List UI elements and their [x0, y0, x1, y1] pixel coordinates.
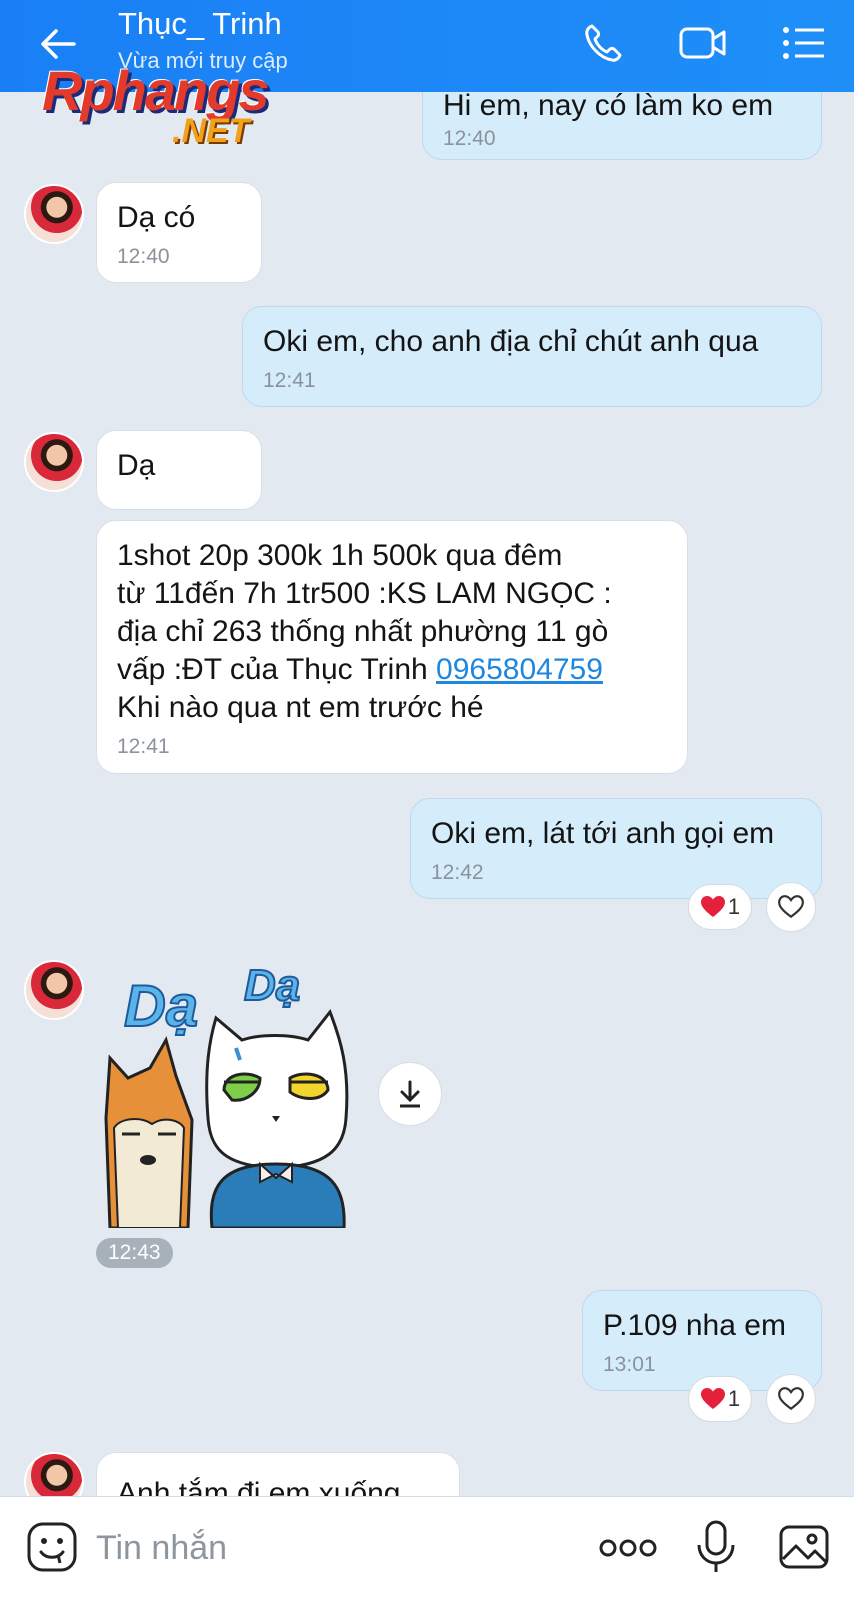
sticker-emoji-icon[interactable]	[26, 1521, 78, 1573]
sticker-text-2: Dạ	[244, 961, 300, 1010]
message-composer	[0, 1496, 854, 1600]
message-text: P.109 nha em	[603, 1309, 786, 1342]
heart-icon	[700, 1388, 725, 1409]
like-button[interactable]	[766, 882, 816, 932]
watermark-logo: Rphangs .NET	[40, 58, 310, 158]
message-time: 13:01	[603, 1353, 656, 1376]
message-bubble-outgoing[interactable]: Oki em, lát tới anh gọi em 12:42	[410, 798, 822, 899]
message-text: Dạ có	[117, 201, 196, 234]
heart-icon	[700, 896, 725, 917]
phone-icon[interactable]	[580, 20, 630, 66]
watermark-net: .NET	[172, 112, 250, 150]
message-bubble-incoming[interactable]: 1shot 20p 300k 1h 500k qua đêm từ 11đến …	[96, 520, 688, 774]
video-call-icon[interactable]	[678, 20, 728, 66]
message-time: 12:40	[117, 245, 170, 268]
microphone-icon[interactable]	[694, 1519, 738, 1575]
avatar[interactable]	[24, 184, 84, 244]
sticker-text-1: Dạ	[124, 974, 198, 1039]
reaction-count[interactable]: 1	[688, 884, 752, 930]
message-time: 12:42	[431, 861, 484, 884]
message-time: 12:41	[117, 735, 170, 758]
phone-number-link[interactable]: 0965804759	[436, 653, 603, 686]
sticker-time: 12:43	[96, 1238, 173, 1268]
da-da-cats-sticker[interactable]: Dạ Dạ	[100, 958, 372, 1228]
heart-outline-icon	[778, 1387, 804, 1411]
message-bubble-incoming[interactable]: Dạ có 12:40	[96, 182, 262, 283]
reaction-number: 1	[727, 894, 741, 919]
message-text: Oki em, lát tới anh gọi em	[431, 817, 775, 850]
reaction-count[interactable]: 1	[688, 1376, 752, 1422]
message-time: 12:40	[443, 127, 496, 150]
reaction-number: 1	[727, 1386, 741, 1411]
avatar[interactable]	[24, 432, 84, 492]
download-icon	[400, 1080, 420, 1108]
menu-list-icon[interactable]	[780, 20, 830, 66]
message-text: Hi em, nay có làm ko em	[443, 89, 774, 122]
message-bubble-outgoing[interactable]: Oki em, cho anh địa chỉ chút anh qua 12:…	[242, 306, 822, 407]
image-gallery-icon[interactable]	[778, 1521, 830, 1573]
message-input[interactable]	[96, 1523, 566, 1573]
message-bubble-incoming[interactable]: Dạ	[96, 430, 262, 510]
message-time: 12:41	[263, 369, 316, 392]
message-text-part: Khi nào qua nt em trước hé	[117, 691, 484, 724]
like-button[interactable]	[766, 1374, 816, 1424]
avatar[interactable]	[24, 960, 84, 1020]
message-text: Oki em, cho anh địa chỉ chút anh qua	[263, 325, 759, 358]
message-text: 1shot 20p 300k 1h 500k qua đêm từ 11đến …	[117, 537, 667, 727]
contact-name[interactable]: Thục_ Trinh	[118, 6, 282, 42]
heart-outline-icon	[778, 895, 804, 919]
more-options-icon[interactable]	[598, 1531, 658, 1565]
download-button[interactable]	[378, 1062, 442, 1126]
message-text: Dạ	[117, 449, 156, 482]
